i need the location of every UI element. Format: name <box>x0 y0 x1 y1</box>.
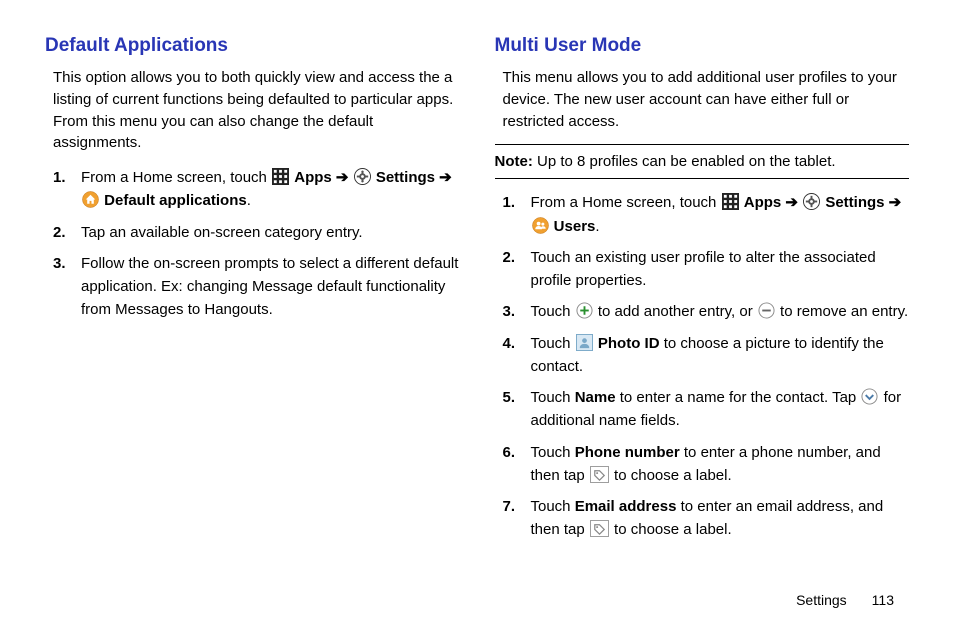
step-item: 2. Tap an available on-screen category e… <box>53 221 460 244</box>
step-number: 5. <box>503 386 531 433</box>
step-number: 2. <box>53 221 81 244</box>
step-number: 1. <box>53 166 81 213</box>
expand-down-icon <box>861 388 878 405</box>
content-columns: Default Applications This option allows … <box>45 35 909 550</box>
apps-grid-icon <box>272 168 289 185</box>
label-tag-icon <box>590 520 609 537</box>
left-column: Default Applications This option allows … <box>45 35 460 550</box>
step-item: 7. Touch Email address to enter an email… <box>503 495 910 542</box>
step-item: 1. From a Home screen, touch Apps ➔ Sett… <box>53 166 460 213</box>
step-content: Touch Email address to enter an email ad… <box>531 495 910 542</box>
steps-multi-user: 1. From a Home screen, touch Apps ➔ Sett… <box>495 191 910 541</box>
steps-default-apps: 1. From a Home screen, touch Apps ➔ Sett… <box>45 166 460 322</box>
step-number: 4. <box>503 332 531 379</box>
photo-id-icon <box>576 334 593 351</box>
step-number: 3. <box>53 252 81 322</box>
page-footer: Settings 113 <box>796 592 894 608</box>
heading-multi-user: Multi User Mode <box>495 35 910 57</box>
step-item: 2. Touch an existing user profile to alt… <box>503 246 910 293</box>
step-item: 3. Follow the on-screen prompts to selec… <box>53 252 460 322</box>
step-content: Touch to add another entry, or to remove… <box>531 300 910 323</box>
step-content: Touch an existing user profile to alter … <box>531 246 910 293</box>
right-column: Multi User Mode This menu allows you to … <box>495 35 910 550</box>
step-item: 4. Touch Photo ID to choose a picture to… <box>503 332 910 379</box>
apps-grid-icon <box>722 193 739 210</box>
step-number: 6. <box>503 441 531 488</box>
step-content: From a Home screen, touch Apps ➔ Setting… <box>81 166 460 213</box>
step-item: 5. Touch Name to enter a name for the co… <box>503 386 910 433</box>
heading-default-apps: Default Applications <box>45 35 460 57</box>
step-content: From a Home screen, touch Apps ➔ Setting… <box>531 191 910 238</box>
step-content: Touch Name to enter a name for the conta… <box>531 386 910 433</box>
settings-gear-icon <box>354 168 371 185</box>
step-item: 1. From a Home screen, touch Apps ➔ Sett… <box>503 191 910 238</box>
step-content: Touch Phone number to enter a phone numb… <box>531 441 910 488</box>
step-content: Touch Photo ID to choose a picture to id… <box>531 332 910 379</box>
step-item: 3. Touch to add another entry, or to rem… <box>503 300 910 323</box>
step-number: 3. <box>503 300 531 323</box>
note-label: Note: <box>495 153 533 170</box>
remove-minus-icon <box>758 302 775 319</box>
note-text: Up to 8 profiles can be enabled on the t… <box>533 153 836 170</box>
step-content: Follow the on-screen prompts to select a… <box>81 252 460 322</box>
add-plus-icon <box>576 302 593 319</box>
step-number: 7. <box>503 495 531 542</box>
intro-default-apps: This option allows you to both quickly v… <box>45 67 460 154</box>
step-item: 6. Touch Phone number to enter a phone n… <box>503 441 910 488</box>
settings-gear-icon <box>803 193 820 210</box>
default-home-icon <box>82 191 99 208</box>
footer-section: Settings <box>796 592 847 608</box>
step-number: 1. <box>503 191 531 238</box>
users-icon <box>532 217 549 234</box>
label-tag-icon <box>590 466 609 483</box>
step-number: 2. <box>503 246 531 293</box>
step-content: Tap an available on-screen category entr… <box>81 221 460 244</box>
note-box: Note: Up to 8 profiles can be enabled on… <box>495 144 910 179</box>
intro-multi-user: This menu allows you to add additional u… <box>495 67 910 132</box>
footer-page: 113 <box>872 592 894 608</box>
